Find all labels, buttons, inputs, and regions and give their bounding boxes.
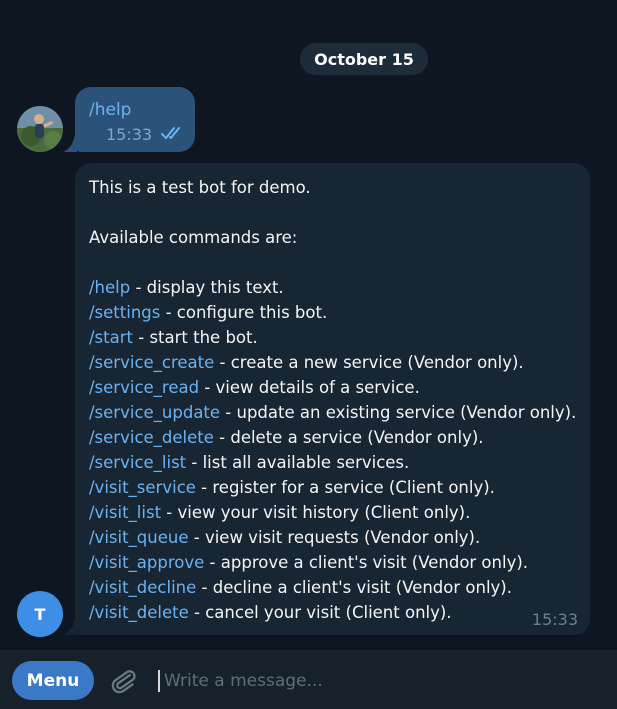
message-subheading: Available commands are: bbox=[89, 228, 298, 247]
command-link[interactable]: /service_list bbox=[89, 453, 186, 472]
command-link[interactable]: /visit_decline bbox=[89, 578, 196, 597]
command-description: - start the bot. bbox=[133, 328, 258, 347]
command-item: /visit_delete - cancel your visit (Clien… bbox=[89, 600, 584, 625]
command-description: - view details of a service. bbox=[199, 378, 420, 397]
command-description: - register for a service (Client only). bbox=[195, 478, 495, 497]
command-description: - list all available services. bbox=[186, 453, 410, 472]
command-link[interactable]: /visit_service bbox=[89, 478, 196, 497]
command-item: /service_delete - delete a service (Vend… bbox=[89, 425, 584, 450]
command-description: - view your visit history (Client only). bbox=[161, 503, 471, 522]
date-separator: October 15 bbox=[300, 43, 428, 75]
command-item: /service_list - list all available servi… bbox=[89, 450, 584, 475]
message-input[interactable] bbox=[162, 667, 586, 695]
command-item: /service_read - view details of a servic… bbox=[89, 375, 584, 400]
paperclip-icon[interactable] bbox=[108, 666, 138, 700]
command-item: /visit_service - register for a service … bbox=[89, 475, 584, 500]
menu-button[interactable]: Menu bbox=[12, 661, 94, 700]
command-description: - update an existing service (Vendor onl… bbox=[220, 403, 577, 422]
command-item: /visit_decline - decline a client's visi… bbox=[89, 575, 584, 600]
command-item: /start - start the bot. bbox=[89, 325, 584, 350]
message-composer: Menu bbox=[0, 650, 617, 709]
outgoing-message-text[interactable]: /help bbox=[89, 100, 131, 120]
command-description: - cancel your visit (Client only). bbox=[188, 603, 452, 622]
command-description: - create a new service (Vendor only). bbox=[214, 353, 524, 372]
outgoing-message[interactable]: /help 15:33 bbox=[75, 87, 195, 152]
command-description: - decline a client's visit (Vendor only)… bbox=[196, 578, 512, 597]
command-item: /service_update - update an existing ser… bbox=[89, 400, 584, 425]
command-description: - view visit requests (Vendor only). bbox=[188, 528, 481, 547]
command-link[interactable]: /visit_list bbox=[89, 503, 161, 522]
chat-area: October 15 /help 15:33 This is a test bo bbox=[0, 0, 617, 650]
command-link[interactable]: /service_delete bbox=[89, 428, 214, 447]
command-item: /settings - configure this bot. bbox=[89, 300, 584, 325]
command-link[interactable]: /start bbox=[89, 328, 133, 347]
command-description: - configure this bot. bbox=[160, 303, 328, 322]
command-link[interactable]: /help bbox=[89, 278, 130, 297]
outgoing-message-time: 15:33 bbox=[106, 125, 153, 144]
command-link[interactable]: /service_create bbox=[89, 353, 214, 372]
incoming-message-text: This is a test bot for demo. Available c… bbox=[89, 175, 584, 625]
command-item: /help - display this text. bbox=[89, 275, 584, 300]
user-avatar[interactable] bbox=[17, 106, 63, 152]
command-item: /visit_approve - approve a client's visi… bbox=[89, 550, 584, 575]
message-intro: This is a test bot for demo. bbox=[89, 178, 311, 197]
command-description: - approve a client's visit (Vendor only)… bbox=[204, 553, 529, 572]
command-link[interactable]: /service_read bbox=[89, 378, 199, 397]
command-link[interactable]: /visit_approve bbox=[89, 553, 204, 572]
command-description: - delete a service (Vendor only). bbox=[213, 428, 484, 447]
text-cursor bbox=[158, 670, 160, 692]
command-link[interactable]: /service_update bbox=[89, 403, 220, 422]
command-list: /help - display this text./settings - co… bbox=[89, 275, 584, 625]
command-item: /visit_list - view your visit history (C… bbox=[89, 500, 584, 525]
command-description: - display this text. bbox=[130, 278, 284, 297]
command-link[interactable]: /settings bbox=[89, 303, 160, 322]
command-link[interactable]: /visit_queue bbox=[89, 528, 189, 547]
incoming-message[interactable]: This is a test bot for demo. Available c… bbox=[75, 163, 590, 635]
command-item: /service_create - create a new service (… bbox=[89, 350, 584, 375]
double-check-icon bbox=[161, 125, 185, 145]
command-item: /visit_queue - view visit requests (Vend… bbox=[89, 525, 584, 550]
bot-avatar[interactable]: T bbox=[17, 591, 63, 637]
incoming-message-time: 15:33 bbox=[531, 610, 578, 629]
command-link[interactable]: /visit_delete bbox=[89, 603, 189, 622]
